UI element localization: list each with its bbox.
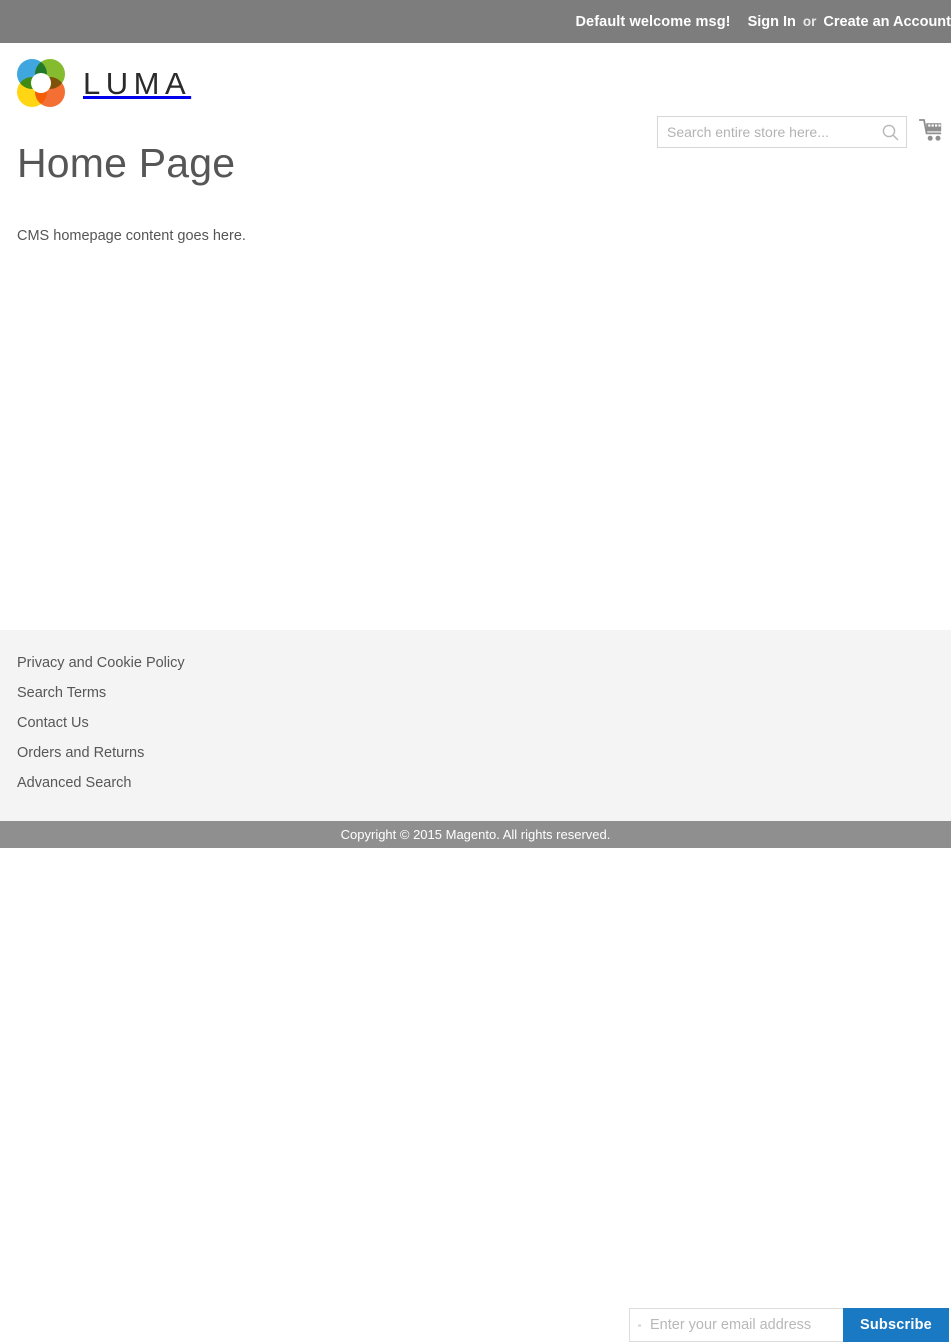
shopping-cart-icon	[919, 119, 942, 141]
search-box[interactable]	[657, 116, 907, 148]
footer-link-advanced-search[interactable]: Advanced Search	[17, 775, 131, 791]
search-icon	[882, 124, 898, 140]
top-panel: Default welcome msg! Sign In or Create a…	[0, 0, 951, 43]
luma-loop-icon	[17, 59, 65, 107]
newsletter-form: Subscribe	[629, 1308, 949, 1342]
footer-link-orders-and-returns[interactable]: Orders and Returns	[17, 745, 144, 761]
newsletter-email-input[interactable]	[641, 1309, 843, 1341]
footer-link-search-terms[interactable]: Search Terms	[17, 685, 106, 701]
minicart-link[interactable]	[918, 117, 948, 147]
sign-in-link[interactable]: Sign In	[748, 14, 796, 30]
list-item: Privacy and Cookie Policy	[17, 654, 185, 671]
logo-link[interactable]: LUMA	[17, 59, 191, 107]
search-input[interactable]	[658, 117, 874, 147]
copyright-text: Copyright © 2015 Magento. All rights res…	[340, 827, 611, 842]
list-item: Search Terms	[17, 684, 185, 701]
list-item: Contact Us	[17, 714, 185, 731]
cms-content-text: CMS homepage content goes here.	[17, 228, 246, 245]
search-button[interactable]	[874, 117, 906, 147]
subscribe-button[interactable]: Subscribe	[843, 1308, 949, 1342]
list-item: Advanced Search	[17, 774, 185, 791]
footer-link-contact-us[interactable]: Contact Us	[17, 715, 89, 731]
newsletter-field-wrap[interactable]	[629, 1308, 843, 1342]
main-content: Home Page CMS homepage content goes here…	[0, 127, 951, 630]
create-account-link[interactable]: Create an Account	[823, 14, 951, 30]
footer-link-list: Privacy and Cookie Policy Search Terms C…	[17, 654, 185, 804]
top-panel-separator: or	[802, 14, 817, 29]
copyright-bar: Copyright © 2015 Magento. All rights res…	[0, 821, 951, 848]
top-panel-links: Default welcome msg! Sign In or Create a…	[575, 0, 951, 43]
site-header: LUMA	[0, 43, 951, 148]
footer-link-privacy-and-cookie-policy[interactable]: Privacy and Cookie Policy	[17, 655, 185, 671]
welcome-message: Default welcome msg!	[575, 13, 731, 30]
logo-wordmark: LUMA	[83, 65, 192, 101]
list-item: Orders and Returns	[17, 744, 185, 761]
site-footer: Privacy and Cookie Policy Search Terms C…	[0, 630, 951, 1342]
logo-center-hole	[31, 73, 51, 93]
